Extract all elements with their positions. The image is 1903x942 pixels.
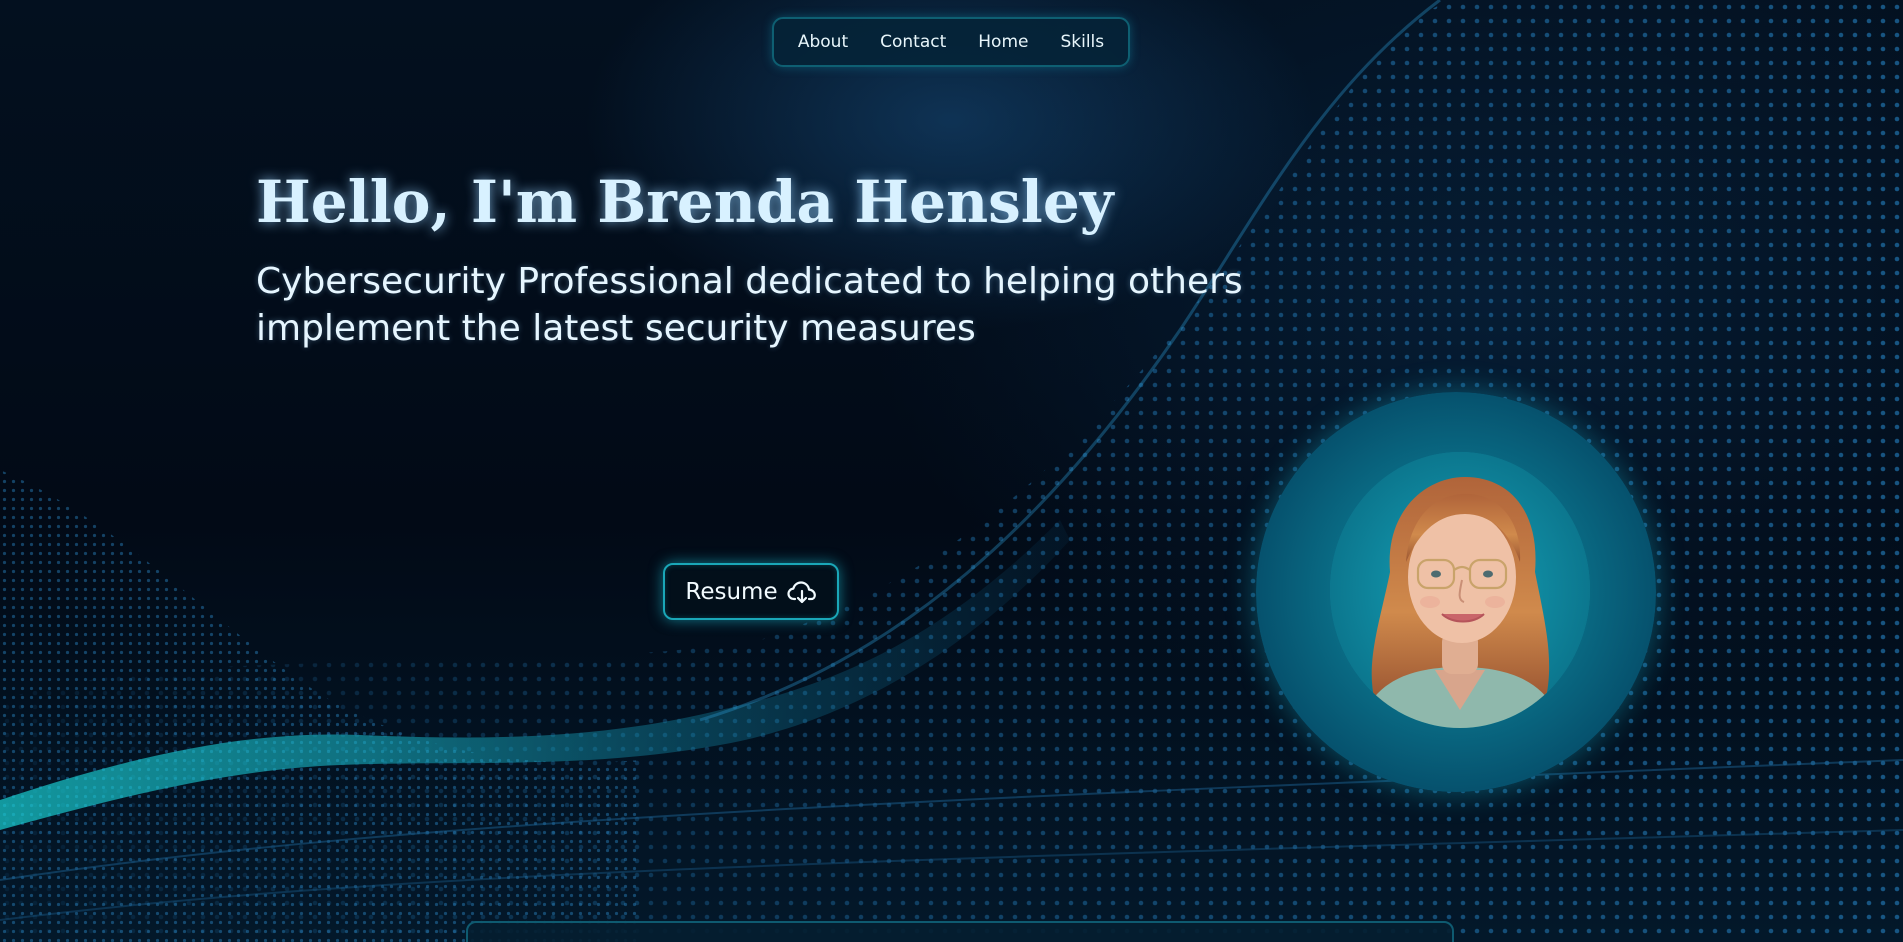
resume-button[interactable]: Resume bbox=[663, 563, 839, 620]
hero-subtitle: Cybersecurity Professional dedicated to … bbox=[256, 261, 1243, 349]
profile-photo bbox=[1330, 452, 1590, 728]
page: About Contact Home Skills Hello, I'm Bre… bbox=[0, 0, 1903, 942]
hero-title: Hello, I'm Brenda Hensley bbox=[256, 168, 1114, 236]
resume-button-label: Resume bbox=[685, 578, 778, 605]
cloud-download-icon bbox=[787, 580, 817, 604]
nav-link-about[interactable]: About bbox=[798, 32, 848, 52]
nav-link-contact[interactable]: Contact bbox=[880, 32, 946, 52]
nav-link-skills[interactable]: Skills bbox=[1060, 32, 1104, 52]
top-navigation: About Contact Home Skills bbox=[772, 17, 1130, 67]
nav-link-home[interactable]: Home bbox=[978, 32, 1028, 52]
background-wave-graphic bbox=[0, 0, 1903, 942]
bottom-section-panel bbox=[466, 921, 1454, 942]
